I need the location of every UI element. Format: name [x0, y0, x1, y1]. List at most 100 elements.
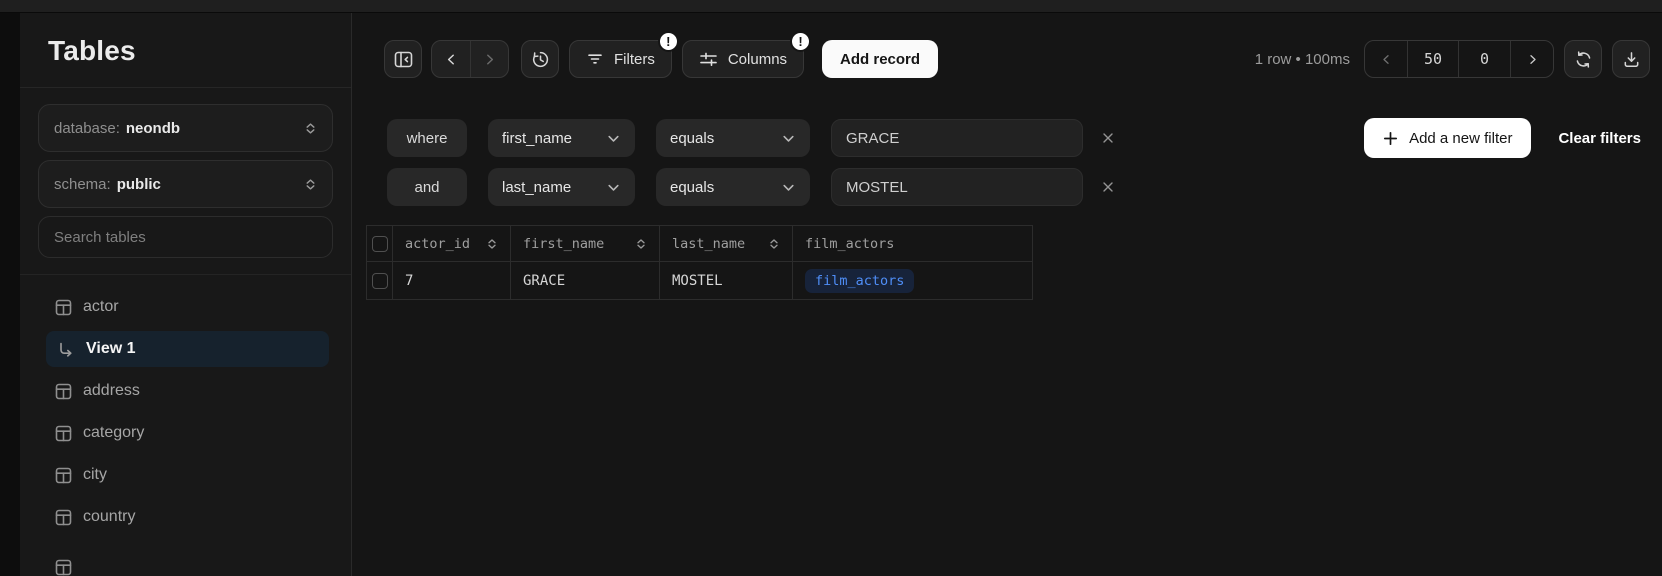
sidebar-item-country[interactable]: country — [38, 496, 333, 538]
filter-field-value: first_name — [502, 130, 572, 147]
cell-value: 7 — [405, 273, 413, 289]
schema-select-value: public — [117, 176, 161, 193]
table-icon — [55, 383, 72, 400]
row-checkbox[interactable] — [372, 273, 388, 289]
table-row: 7 GRACE MOSTEL film_actors — [367, 262, 1033, 300]
select-all-cell — [367, 226, 393, 262]
chevron-right-icon — [1525, 52, 1540, 67]
sliders-icon — [699, 50, 718, 69]
filter-value-input[interactable] — [831, 168, 1083, 206]
toolbar-right: 1 row • 100ms 50 0 — [1255, 40, 1650, 78]
sidebar-item-address[interactable]: address — [38, 370, 333, 412]
history-clock-icon — [531, 50, 550, 69]
sidebar-item-partial[interactable] — [38, 546, 333, 576]
filter-operator-select[interactable]: equals — [656, 119, 810, 157]
page-title: Tables — [48, 35, 323, 67]
cell-value: GRACE — [523, 273, 565, 289]
data-table: actor_id first_name last_name — [366, 225, 1033, 300]
page-size-value[interactable]: 50 — [1407, 41, 1459, 77]
page-offset-value[interactable]: 0 — [1459, 41, 1511, 77]
add-record-button[interactable]: Add record — [822, 40, 938, 78]
panel-left-close-icon — [394, 50, 413, 69]
cell-first-name[interactable]: GRACE — [511, 262, 660, 300]
filter-icon — [586, 50, 604, 68]
column-header-first-name[interactable]: first_name — [511, 226, 660, 262]
download-button[interactable] — [1612, 40, 1650, 78]
sidebar-item-view-1[interactable]: View 1 — [46, 331, 329, 367]
sidebar-item-label: View 1 — [86, 340, 136, 358]
column-header-film-actors[interactable]: film_actors — [793, 226, 1033, 262]
forward-button[interactable] — [470, 41, 508, 77]
plus-icon — [1383, 131, 1398, 146]
filter-field-select[interactable]: last_name — [488, 168, 635, 206]
column-header-label: last_name — [672, 236, 745, 252]
sidebar-item-actor[interactable]: actor — [38, 286, 333, 328]
history-nav-group — [431, 40, 509, 78]
toggle-sidebar-button[interactable] — [384, 40, 422, 78]
columns-button[interactable]: Columns ! — [682, 40, 804, 78]
database-select[interactable]: database: neondb — [38, 104, 333, 152]
database-select-value: neondb — [126, 120, 180, 137]
filter-bar: where first_name equals — [387, 118, 1650, 206]
window-top-strip — [0, 0, 1662, 13]
sidebar-item-category[interactable]: category — [38, 412, 333, 454]
schema-select[interactable]: schema: public — [38, 160, 333, 208]
column-header-label: film_actors — [805, 236, 894, 252]
sidebar-body: database: neondb schema: public — [20, 88, 351, 576]
remove-filter-button[interactable] — [1095, 174, 1121, 200]
table-icon — [55, 509, 72, 526]
chevron-left-icon — [1379, 52, 1394, 67]
left-edge-strip — [0, 13, 20, 576]
search-tables-input[interactable] — [38, 216, 333, 258]
sidebar-item-label: address — [83, 382, 140, 400]
chevron-down-icon — [781, 180, 796, 195]
column-header-last-name[interactable]: last_name — [660, 226, 793, 262]
table-list: actor View 1 address — [38, 275, 333, 576]
table-header-row: actor_id first_name last_name — [367, 226, 1033, 262]
chevron-right-icon — [481, 51, 498, 68]
back-button[interactable] — [432, 41, 470, 77]
select-all-checkbox[interactable] — [372, 236, 388, 252]
database-select-label: database: — [54, 120, 120, 137]
prev-page-button[interactable] — [1365, 41, 1407, 77]
sort-icon[interactable] — [768, 237, 780, 251]
add-filter-label: Add a new filter — [1409, 130, 1512, 147]
schema-select-label: schema: — [54, 176, 111, 193]
toolbar: Filters ! Columns ! Add record 1 row • 1… — [384, 40, 1650, 78]
cell-value: MOSTEL — [672, 273, 723, 289]
filters-alert-badge: ! — [658, 31, 679, 52]
chevron-left-icon — [443, 51, 460, 68]
sidebar-item-city[interactable]: city — [38, 454, 333, 496]
sort-icon[interactable] — [486, 237, 498, 251]
close-icon — [1102, 132, 1114, 144]
row-select-cell — [367, 262, 393, 300]
filters-button-label: Filters — [614, 51, 655, 68]
column-header-actor-id[interactable]: actor_id — [393, 226, 511, 262]
remove-filter-button[interactable] — [1095, 125, 1121, 151]
filter-row: where first_name equals — [387, 118, 1650, 158]
filter-row: and last_name equals — [387, 168, 1650, 206]
refresh-icon — [1574, 50, 1593, 69]
refresh-button[interactable] — [1564, 40, 1602, 78]
add-filter-button[interactable]: Add a new filter — [1364, 118, 1531, 158]
sort-icon[interactable] — [635, 237, 647, 251]
clear-filters-button[interactable]: Clear filters — [1558, 130, 1641, 147]
filter-value-input[interactable] — [831, 119, 1083, 157]
chevron-down-icon — [781, 131, 796, 146]
filter-field-select[interactable]: first_name — [488, 119, 635, 157]
filter-conjunction: and — [387, 168, 467, 206]
table-icon — [55, 425, 72, 442]
table-icon — [55, 467, 72, 484]
query-history-button[interactable] — [521, 40, 559, 78]
corner-down-right-icon — [56, 340, 75, 359]
cell-last-name[interactable]: MOSTEL — [660, 262, 793, 300]
next-page-button[interactable] — [1511, 41, 1553, 77]
film-actors-link[interactable]: film_actors — [805, 269, 914, 293]
column-header-label: actor_id — [405, 236, 470, 252]
cell-actor-id[interactable]: 7 — [393, 262, 511, 300]
filter-operator-select[interactable]: equals — [656, 168, 810, 206]
pagination-control: 50 0 — [1364, 40, 1554, 78]
filters-button[interactable]: Filters ! — [569, 40, 672, 78]
main-panel: Filters ! Columns ! Add record 1 row • 1… — [352, 13, 1662, 576]
chevron-down-icon — [606, 131, 621, 146]
